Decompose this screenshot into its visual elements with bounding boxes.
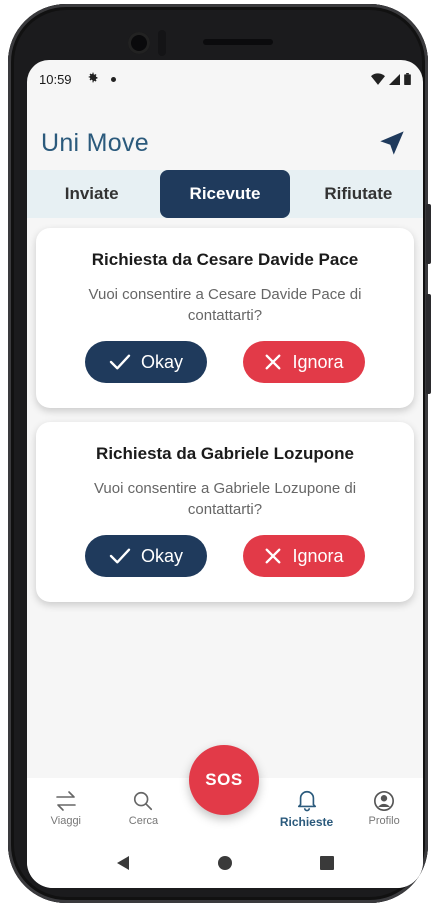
search-icon [134,791,153,810]
request-message: Vuoi consentire a Gabriele Lozupone di c… [93,480,357,518]
sensor [158,30,166,56]
settings-gear-icon [86,71,99,87]
power-button [426,204,431,264]
nav-item-viaggi[interactable]: Viaggi [27,790,105,827]
app-header: Uni Move [27,120,423,166]
check-icon [109,354,131,370]
bell-icon [297,790,316,811]
nav-label: Viaggi [50,814,82,827]
nav-label: Profilo [368,814,400,827]
nav-label: Cerca [128,814,159,827]
ignore-label: Ignora [292,545,344,566]
request-message: Vuoi consentire a Cesare Davide Pace di … [88,286,362,324]
status-time: 10:59 [39,71,72,87]
okay-button[interactable]: Okay [85,341,207,383]
volume-button [426,294,431,394]
nav-label: Richieste [279,814,334,829]
tab-inviate[interactable]: Inviate [27,170,156,218]
status-icons [371,73,411,85]
signal-icon [389,73,400,85]
system-navigation-bar [27,838,423,888]
ignore-label: Ignora [292,351,344,372]
request-card: Richiesta da Cesare Davide Pace Vuoi con… [36,228,414,408]
check-icon [109,548,131,564]
request-actions: Okay Ignora [36,535,414,577]
request-title: Richiesta da Cesare Davide Pace [91,250,359,269]
back-icon[interactable] [116,855,130,871]
app-screen: 10:59 Uni Move Inviate Ricevute Rifiutat… [27,60,423,888]
battery-icon [404,73,411,85]
recents-icon[interactable] [320,856,335,870]
earpiece-speaker [203,39,273,45]
okay-button[interactable]: Okay [85,535,207,577]
front-camera [128,32,150,54]
request-tabs: Inviate Ricevute Rifiutate [27,170,423,218]
nav-item-richieste[interactable]: Richieste [268,788,346,829]
request-card: Richiesta da Gabriele Lozupone Vuoi cons… [36,422,414,602]
okay-label: Okay [140,351,183,372]
tab-ricevute[interactable]: Ricevute [160,170,290,218]
close-icon [265,548,281,564]
app-title: Uni Move [41,128,149,157]
request-actions: Okay Ignora [36,341,414,383]
okay-label: Okay [140,545,183,566]
sos-button[interactable]: SOS [189,745,259,815]
wifi-icon [371,73,385,85]
tab-rifiutate[interactable]: Rifiutate [294,170,423,218]
profile-icon [374,790,395,811]
swap-arrows-icon [56,790,76,811]
send-button[interactable] [375,126,409,160]
ignore-button[interactable]: Ignora [243,535,365,577]
nav-item-profilo[interactable]: Profilo [345,790,423,827]
status-bar: 10:59 [27,60,423,98]
home-icon[interactable] [217,855,233,871]
close-icon [265,354,281,370]
send-icon [380,131,404,155]
ignore-button[interactable]: Ignora [243,341,365,383]
request-title: Richiesta da Gabriele Lozupone [96,444,354,463]
nav-item-cerca[interactable]: Cerca [105,790,183,827]
notification-dot-icon [110,76,116,82]
